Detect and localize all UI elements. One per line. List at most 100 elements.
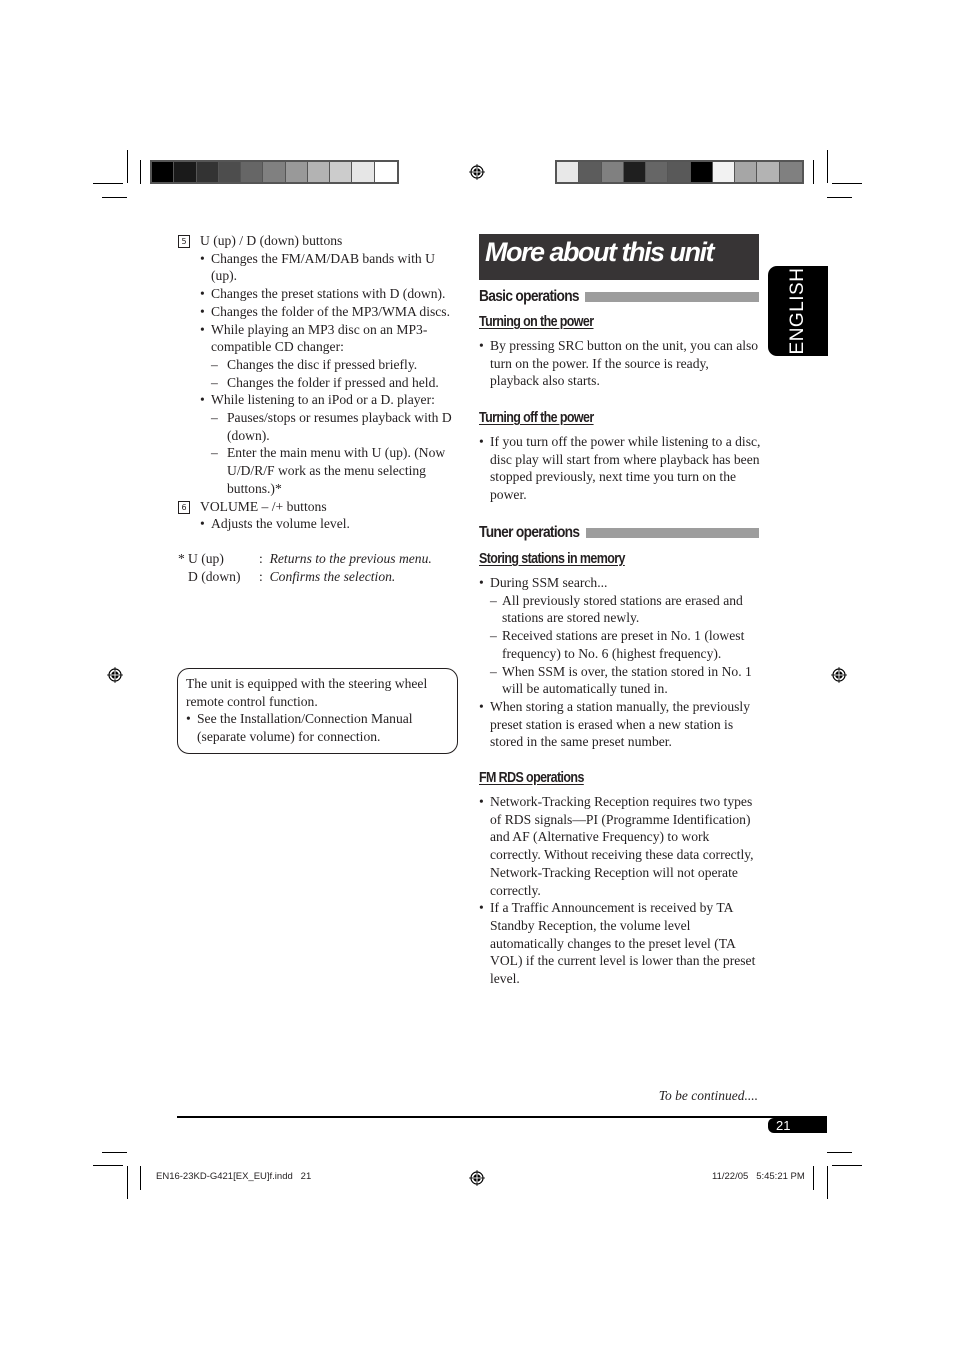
color-swatch [374, 162, 397, 182]
language-tab-label: ENGLISH [787, 267, 808, 355]
bullet: Changes the preset stations with D (down… [178, 285, 463, 303]
note-intro: The unit is equipped with the steering w… [186, 676, 428, 709]
section-heading-tuner: Tuner operations [479, 524, 759, 542]
crop-mark [832, 183, 862, 184]
bullet: If a Traffic Announcement is received by… [479, 899, 761, 988]
item-5-heading: 5 U (up) / D (down) buttons [178, 232, 463, 250]
bullet: When storing a station manually, the pre… [479, 698, 761, 751]
color-swatch [646, 162, 669, 182]
footnote-value: : Confirms the selection. [259, 568, 396, 584]
registration-mark-icon [831, 667, 847, 683]
bullet: Changes the FM/AM/DAB bands with U (up). [178, 250, 463, 285]
bullet: Network-Tracking Reception requires two … [479, 793, 761, 899]
registration-mark-icon [107, 667, 123, 683]
dash-item: Received stations are preset in No. 1 (l… [479, 627, 761, 662]
color-swatch [196, 162, 219, 182]
color-swatch [601, 162, 624, 182]
color-swatch [735, 162, 758, 182]
color-swatch [779, 162, 802, 182]
continued-note: To be continued.... [658, 1088, 758, 1103]
subheading-power-off: Turning off the power [479, 410, 594, 426]
page-title-bar: More about this unit [479, 234, 759, 280]
color-swatch [668, 162, 691, 182]
item-heading-text: VOLUME – /+ buttons [200, 498, 327, 514]
item-6-heading: 6 VOLUME – /+ buttons [178, 498, 463, 516]
color-swatch [263, 162, 286, 182]
section-heading-text: Tuner operations [479, 524, 580, 541]
crop-mark [93, 1165, 123, 1166]
color-swatch [623, 162, 647, 182]
storing-text: During SSM search... All previously stor… [479, 574, 761, 751]
crop-mark [813, 1166, 814, 1190]
rds-text: Network-Tracking Reception requires two … [479, 793, 761, 988]
footnote: * U (up) : Returns to the previous menu.… [178, 550, 463, 585]
page-number: 21 [768, 1118, 827, 1133]
color-swatch [152, 162, 175, 182]
subheading-storing: Storing stations in memory [479, 551, 625, 567]
crop-mark [140, 1166, 141, 1190]
section-heading-text: Basic operations [479, 288, 580, 305]
power-off-text: If you turn off the power while listenin… [479, 433, 761, 504]
subheading-power-on: Turning on the power [479, 314, 594, 330]
color-swatch [307, 162, 331, 182]
slug-timestamp: 11/22/05 5:45:21 PM [712, 1171, 805, 1182]
footnote-marker: * [178, 550, 185, 566]
color-swatch [285, 162, 308, 182]
color-swatch [352, 162, 375, 182]
language-tab: ENGLISH [768, 266, 828, 356]
bullet: Adjusts the volume level. [178, 515, 463, 533]
subheading-rds: FM RDS operations [479, 770, 584, 786]
bullet: Changes the folder of the MP3/WMA discs. [178, 303, 463, 321]
item-number-box: 6 [178, 500, 190, 514]
footnote-key: U (up) [188, 550, 224, 566]
dash-item: Changes the folder if pressed and held. [178, 374, 463, 392]
item-number-box: 5 [178, 235, 190, 248]
color-swatch [712, 162, 736, 182]
bottom-rule [177, 1116, 827, 1118]
page-title: More about this unit [485, 237, 714, 267]
dash-item: All previously stored stations are erase… [479, 592, 761, 627]
color-swatch [579, 162, 602, 182]
bullet: During SSM search... [479, 574, 761, 592]
dash-item: Enter the main menu with U (up). (Now U/… [178, 444, 463, 497]
color-swatch [557, 162, 580, 182]
color-swatch [757, 162, 780, 182]
note-box: The unit is equipped with the steering w… [177, 668, 458, 754]
left-column: 5 U (up) / D (down) buttons Changes the … [178, 232, 463, 585]
power-on-text: By pressing SRC button on the unit, you … [479, 337, 761, 390]
crop-mark [102, 197, 127, 198]
crop-mark [827, 197, 852, 198]
section-rule [585, 292, 759, 302]
dash-item: When SSM is over, the station stored in … [479, 663, 761, 698]
crop-mark [93, 183, 123, 184]
crop-mark [832, 1165, 862, 1166]
note-bullet: See the Installation/Connection Manual (… [186, 710, 449, 745]
section-heading-basic: Basic operations [479, 288, 759, 306]
registration-mark-icon [469, 1170, 485, 1186]
color-swatch [218, 162, 242, 182]
crop-mark [102, 1152, 127, 1153]
bullet: While listening to an iPod or a D. playe… [178, 391, 463, 409]
footnote-value: : Returns to the previous menu. [259, 550, 432, 566]
crop-mark [827, 1152, 852, 1153]
crop-mark [813, 160, 814, 184]
slug-filename: EN16-23KD-G421[EX_EU]f.indd 21 [156, 1171, 312, 1182]
color-swatch [690, 162, 713, 182]
color-swatch [330, 162, 353, 182]
bullet: If you turn off the power while listenin… [479, 433, 761, 504]
color-swatch [241, 162, 264, 182]
section-rule [585, 528, 759, 538]
dash-item: Pauses/stops or resumes playback with D … [178, 409, 463, 444]
registration-mark-icon [469, 164, 485, 180]
bullet: While playing an MP3 disc on an MP3-comp… [178, 321, 463, 356]
crop-mark [127, 1166, 128, 1199]
crop-mark [827, 1166, 828, 1199]
bullet: By pressing SRC button on the unit, you … [479, 337, 761, 390]
footnote-key: D (down) [188, 568, 241, 584]
color-calibration-bar-left [150, 160, 399, 184]
dash-item: Changes the disc if pressed briefly. [178, 356, 463, 374]
crop-mark [140, 160, 141, 184]
item-heading-text: U (up) / D (down) buttons [200, 233, 343, 248]
color-swatch [174, 162, 197, 182]
color-calibration-bar-right [555, 160, 804, 184]
